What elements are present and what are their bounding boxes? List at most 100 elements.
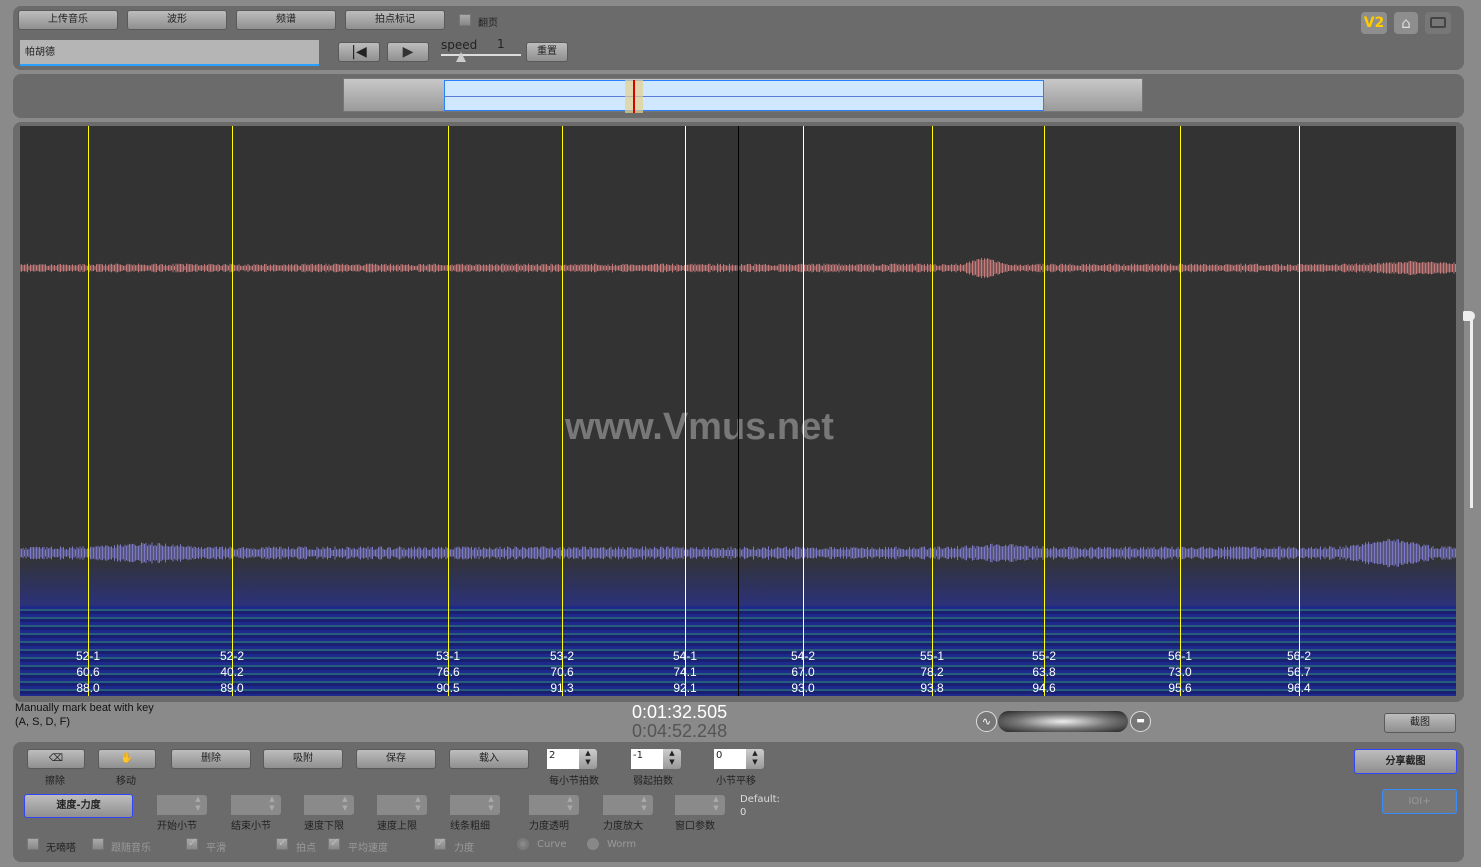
window-param-stepper[interactable]: ▲ ▼: [675, 795, 727, 815]
no-click-checkbox[interactable]: [27, 838, 39, 850]
stepper-arrows[interactable]: ▲ ▼: [336, 795, 354, 815]
pickup-stepper[interactable]: -1 ▲ ▼: [631, 749, 683, 769]
beats-per-bar-input[interactable]: 2: [547, 749, 579, 769]
beat-marker[interactable]: [803, 126, 804, 696]
smooth-label: 平滑: [206, 839, 226, 854]
dyn-alpha-label: 力度透明: [529, 817, 569, 832]
beat-marker[interactable]: [685, 126, 686, 696]
dyn-scale-input[interactable]: [603, 795, 635, 815]
line-width-input[interactable]: [450, 795, 482, 815]
spectrum-toggle-icon[interactable]: ▬: [1130, 711, 1151, 732]
share-screenshot-button[interactable]: 分享截图: [1354, 749, 1457, 774]
beat-tempo: 56.7: [1274, 664, 1324, 680]
home-button[interactable]: ⌂: [1394, 12, 1418, 34]
page-turn-checkbox[interactable]: [459, 14, 471, 26]
blend-slider[interactable]: [998, 711, 1128, 732]
stepper-arrows[interactable]: ▲ ▼: [707, 795, 725, 815]
erase-button[interactable]: ⌫: [27, 749, 85, 769]
vertical-scrollbar[interactable]: [1470, 318, 1473, 508]
beat-tempo: 63.8: [1019, 664, 1069, 680]
delete-button[interactable]: 删除: [171, 749, 251, 769]
dyn-alpha-stepper[interactable]: ▲ ▼: [529, 795, 581, 815]
beat-marker[interactable]: [1180, 126, 1181, 696]
end-bar-stepper[interactable]: ▲ ▼: [231, 795, 283, 815]
beat-checkbox[interactable]: [276, 838, 288, 850]
stepper-arrows[interactable]: ▲ ▼: [409, 795, 427, 815]
beat-marker[interactable]: [1044, 126, 1045, 696]
watermark: www.Vmus.net: [565, 406, 834, 449]
beat-dynamics: 96.4: [1274, 680, 1324, 696]
stepper-arrows[interactable]: ▲ ▼: [189, 795, 207, 815]
stepper-arrows[interactable]: ▲ ▼: [263, 795, 281, 815]
beat-marker[interactable]: [932, 126, 933, 696]
home-icon: ⌂: [1401, 14, 1411, 32]
stepper-arrows[interactable]: ▲ ▼: [635, 795, 653, 815]
reset-button[interactable]: 重置: [526, 42, 568, 62]
tempo-dynamics-button[interactable]: 速度-力度: [24, 794, 133, 818]
smooth-checkbox[interactable]: [186, 838, 198, 850]
start-bar-stepper[interactable]: ▲ ▼: [157, 795, 209, 815]
song-title-input[interactable]: 帕胡德: [20, 40, 319, 66]
window-param-input[interactable]: [675, 795, 707, 815]
dyn-alpha-input[interactable]: [529, 795, 561, 815]
tempo-max-input[interactable]: [377, 795, 409, 815]
stepper-arrows[interactable]: ▲ ▼: [579, 749, 597, 769]
stepper-arrows[interactable]: ▲ ▼: [746, 749, 764, 769]
follow-music-checkbox[interactable]: [92, 838, 104, 850]
curve-radio[interactable]: [517, 838, 529, 850]
beat-number: 54-2: [778, 648, 828, 664]
waveform-toggle-icon[interactable]: ∿: [976, 711, 997, 732]
screenshot-button[interactable]: 截图: [1384, 713, 1456, 733]
beat-number: 52-1: [63, 648, 113, 664]
stepper-arrows[interactable]: ▲ ▼: [482, 795, 500, 815]
upload-music-button[interactable]: 上传音乐: [18, 10, 118, 30]
beat-mark-button[interactable]: 拍点标记: [345, 10, 445, 30]
stepper-arrows[interactable]: ▲ ▼: [663, 749, 681, 769]
speed-slider[interactable]: [441, 54, 521, 56]
avg-tempo-checkbox[interactable]: [328, 838, 340, 850]
pickup-input[interactable]: -1: [631, 749, 663, 769]
overview-track[interactable]: [343, 78, 1143, 112]
start-bar-input[interactable]: [157, 795, 189, 815]
beat-number: 54-1: [660, 648, 710, 664]
dynamics-checkbox[interactable]: [434, 838, 446, 850]
overview-playhead[interactable]: [625, 80, 643, 113]
v2-button[interactable]: V2: [1361, 12, 1387, 34]
waveform-button[interactable]: 波形: [127, 10, 227, 30]
fullscreen-button[interactable]: [1425, 12, 1451, 34]
beat-marker[interactable]: [1299, 126, 1300, 696]
bar-shift-stepper[interactable]: 0 ▲ ▼: [714, 749, 766, 769]
scroll-handle[interactable]: [1463, 311, 1475, 321]
overview-viewport[interactable]: [444, 80, 1044, 111]
spectrum-button[interactable]: 频谱: [236, 10, 336, 30]
beat-dynamics: 93.0: [778, 680, 828, 696]
dyn-scale-stepper[interactable]: ▲ ▼: [603, 795, 655, 815]
spectrogram-view[interactable]: www.Vmus.net 52-1 60.6 88.0 52-2 40.2 89.0 5…: [20, 126, 1456, 696]
beat-number: 55-1: [907, 648, 957, 664]
ioi-button[interactable]: IOI+: [1382, 789, 1457, 814]
tempo-min-stepper[interactable]: ▲ ▼: [304, 795, 356, 815]
worm-radio[interactable]: [587, 838, 599, 850]
tempo-max-stepper[interactable]: ▲ ▼: [377, 795, 429, 815]
beat-marker[interactable]: [88, 126, 89, 696]
speed-slider-thumb[interactable]: [456, 52, 466, 62]
line-width-stepper[interactable]: ▲ ▼: [450, 795, 502, 815]
beat-label: 52-2 40.2 89.0: [207, 648, 257, 696]
beat-marker[interactable]: [232, 126, 233, 696]
skip-start-button[interactable]: |◀: [338, 42, 380, 62]
beats-per-bar-stepper[interactable]: 2 ▲ ▼: [547, 749, 599, 769]
beat-marker[interactable]: [562, 126, 563, 696]
beats-per-bar-label: 每小节拍数: [549, 772, 599, 787]
snap-button[interactable]: 吸附: [263, 749, 343, 769]
move-button[interactable]: ✋: [98, 749, 156, 769]
tempo-min-input[interactable]: [304, 795, 336, 815]
playhead-line[interactable]: [738, 126, 739, 696]
end-bar-input[interactable]: [231, 795, 263, 815]
save-button[interactable]: 保存: [356, 749, 436, 769]
beat-marker[interactable]: [448, 126, 449, 696]
beat-label: 54-2 67.0 93.0: [778, 648, 828, 696]
stepper-arrows[interactable]: ▲ ▼: [561, 795, 579, 815]
play-button[interactable]: ▶: [387, 42, 429, 62]
load-button[interactable]: 载入: [449, 749, 529, 769]
bar-shift-input[interactable]: 0: [714, 749, 746, 769]
